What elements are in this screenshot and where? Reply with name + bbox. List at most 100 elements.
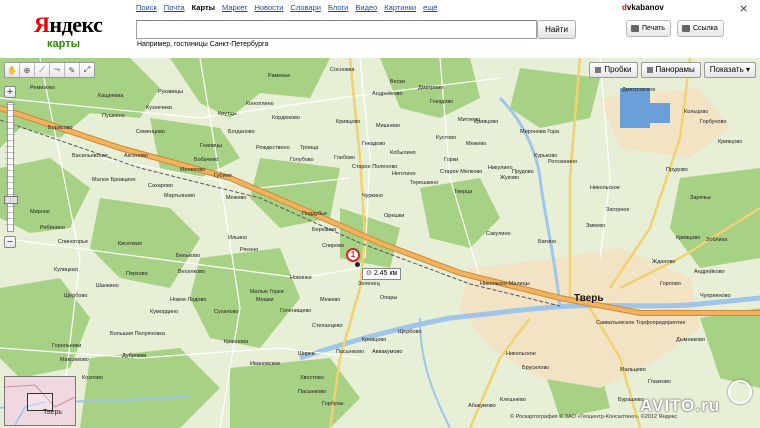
place-label[interactable]: Ильино: [228, 235, 247, 242]
service-link[interactable]: ещё: [423, 3, 438, 12]
place-label[interactable]: Кобылино: [390, 150, 416, 157]
place-label[interactable]: Рябинино: [40, 225, 65, 232]
place-label[interactable]: Гнилицы: [200, 143, 222, 150]
place-label[interactable]: Крутцы: [218, 111, 237, 118]
service-link[interactable]: Поиск: [136, 3, 157, 12]
place-label[interactable]: Пушкино: [102, 113, 125, 120]
place-label[interactable]: Большая Полуяновка: [110, 331, 165, 338]
close-icon[interactable]: ⨯: [739, 2, 748, 15]
drag-hand-icon[interactable]: ✋: [5, 63, 20, 77]
place-label[interactable]: Горлово: [660, 281, 681, 288]
place-label[interactable]: Кольцово: [684, 109, 708, 116]
place-label[interactable]: Межево: [466, 141, 486, 148]
place-label[interactable]: Максимово: [60, 357, 89, 364]
panoramas-button[interactable]: Панорамы: [640, 62, 701, 78]
place-label[interactable]: Горбуново: [700, 119, 727, 126]
place-label[interactable]: Вески: [390, 79, 405, 86]
place-label[interactable]: Никольское: [506, 351, 536, 358]
place-label[interactable]: Змеево: [586, 223, 605, 230]
place-label[interactable]: Никулино: [488, 165, 513, 172]
place-label[interactable]: Сосновка: [330, 67, 354, 74]
route-marker[interactable]: 1: [346, 248, 360, 262]
place-label[interactable]: Миронова Гора: [520, 129, 559, 136]
place-label[interactable]: Кузнечики: [146, 105, 172, 112]
place-label[interactable]: Савватьевское Торфопредприятие: [596, 320, 686, 327]
place-label[interactable]: Заречье: [690, 195, 711, 202]
place-label[interactable]: Андрейково: [694, 269, 725, 276]
place-label[interactable]: Мишнево: [376, 123, 400, 130]
place-label[interactable]: Ширки: [298, 351, 315, 358]
place-label[interactable]: Коноплино: [246, 101, 274, 108]
place-label[interactable]: Гнездово: [362, 141, 385, 148]
show-dropdown[interactable]: Показать ▾: [703, 62, 756, 78]
service-link[interactable]: Почта: [164, 3, 185, 12]
place-label[interactable]: Кумордино: [150, 309, 178, 316]
place-label[interactable]: Аксеново: [124, 153, 148, 160]
place-label[interactable]: Бельково: [176, 253, 200, 260]
map-canvas[interactable]: Тверь Никольское Савватьевское Торфопредпр…: [0, 58, 760, 428]
print-button[interactable]: Печать: [626, 20, 671, 37]
place-label[interactable]: Кривцово: [718, 139, 742, 146]
place-label[interactable]: Горбуны: [322, 401, 344, 408]
place-label[interactable]: Сакулино: [486, 231, 511, 238]
place-label[interactable]: Кулицкая: [54, 267, 78, 274]
place-label[interactable]: Новое Ладово: [170, 297, 206, 304]
marker-point[interactable]: [355, 262, 360, 267]
place-label[interactable]: Щербово: [64, 293, 87, 300]
place-label[interactable]: Зеленец: [358, 281, 380, 288]
place-label[interactable]: Козлово: [82, 375, 103, 382]
user-name[interactable]: dvkabanov: [622, 3, 664, 12]
place-label[interactable]: Киселево: [118, 241, 142, 248]
place-label[interactable]: Голенищево: [280, 308, 311, 315]
place-label[interactable]: Суханово: [214, 309, 238, 316]
place-label[interactable]: Мальцево: [620, 367, 646, 374]
place-label[interactable]: Рукавицы: [158, 89, 183, 96]
place-label[interactable]: Андрейково: [372, 91, 403, 98]
place-label[interactable]: Дымниково: [676, 337, 705, 344]
zoom-in-button[interactable]: +: [4, 86, 16, 98]
place-label[interactable]: Чуприяново: [700, 293, 731, 300]
service-link[interactable]: Маркет: [222, 3, 247, 12]
place-label[interactable]: Клешнево: [500, 397, 526, 404]
place-label[interactable]: Межево: [226, 195, 246, 202]
place-label[interactable]: Краснова: [224, 339, 248, 346]
place-label[interactable]: Никольское: [590, 185, 620, 192]
place-label[interactable]: Гнездово: [430, 99, 453, 106]
place-label[interactable]: Малые Горки: [250, 289, 284, 296]
distance-label[interactable]: ⊙ 2.45 км: [362, 268, 402, 280]
place-label[interactable]: Борисово: [48, 125, 73, 132]
place-label[interactable]: Кривцово: [362, 337, 386, 344]
link-button[interactable]: Ссылка: [677, 20, 724, 37]
place-label[interactable]: Неготино: [392, 171, 416, 178]
place-label[interactable]: Пасынково: [298, 389, 326, 396]
zoom-out-button[interactable]: −: [4, 236, 16, 248]
place-label[interactable]: Богданово: [228, 129, 255, 136]
service-link[interactable]: Новости: [254, 3, 283, 12]
place-label[interactable]: Жуково: [500, 175, 519, 182]
place-label[interactable]: Кривцово: [336, 119, 360, 126]
place-label[interactable]: Бобачево: [194, 157, 218, 164]
search-button[interactable]: Найти: [537, 20, 576, 39]
zoom-slider-handle[interactable]: [4, 196, 18, 204]
place-label[interactable]: Березино: [312, 227, 336, 234]
place-label[interactable]: Кривцово: [676, 235, 700, 242]
place-label[interactable]: Перхово: [126, 271, 148, 278]
place-label[interactable]: Спиногорье: [58, 239, 88, 246]
yandex-logo[interactable]: Яндекс: [34, 12, 103, 38]
route-tool-icon[interactable]: ⤳: [50, 63, 65, 77]
place-label[interactable]: Терешкино: [410, 180, 438, 187]
place-label[interactable]: Батино: [538, 239, 556, 246]
place-label[interactable]: Прудово: [512, 169, 534, 176]
search-input[interactable]: [136, 20, 537, 39]
place-label[interactable]: Кривцово: [474, 119, 498, 126]
place-label[interactable]: Поддубье: [302, 211, 327, 218]
logo-subtitle[interactable]: карты: [47, 38, 80, 50]
place-label[interactable]: Васильевское: [72, 153, 108, 160]
place-label[interactable]: Межево: [320, 297, 340, 304]
service-link[interactable]: Видео: [355, 3, 377, 12]
place-label[interactable]: Зоблиха: [706, 237, 727, 244]
magnifier-icon[interactable]: ⊕: [20, 63, 35, 77]
place-label[interactable]: Рясено: [240, 247, 258, 254]
service-link[interactable]: Словари: [290, 3, 320, 12]
place-label[interactable]: Хвостово: [300, 375, 324, 382]
